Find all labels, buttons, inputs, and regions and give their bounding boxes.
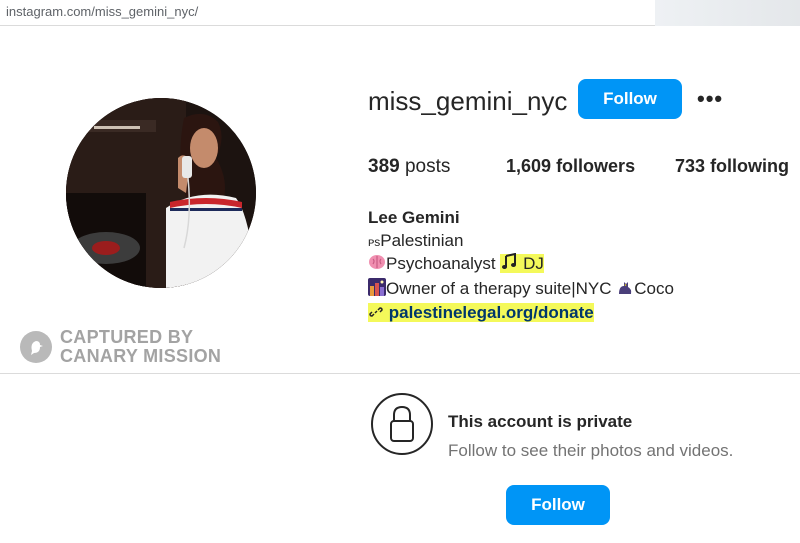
followers-count: 1,609 xyxy=(506,156,552,176)
follow-button[interactable]: Follow xyxy=(578,79,682,119)
bio-line-3-text: Owner of a therapy suite|NYC xyxy=(386,278,612,298)
black-cat-emoji-icon xyxy=(616,278,634,303)
following-label: following xyxy=(710,156,790,176)
bio-line-3-suffix: Coco xyxy=(634,278,674,298)
full-name: Lee Gemini xyxy=(368,208,460,227)
dj-text: DJ xyxy=(523,254,544,273)
profile-divider xyxy=(0,373,800,374)
bio-link[interactable]: palestinelegal.org/donate xyxy=(389,303,594,322)
night-city-emoji-icon xyxy=(368,277,386,303)
music-notes-emoji-icon xyxy=(500,252,518,278)
private-account-subtitle: Follow to see their photos and videos. xyxy=(448,441,734,460)
posts-stat: 389 posts xyxy=(368,156,450,178)
lock-icon xyxy=(390,405,414,442)
posts-label: posts xyxy=(404,156,451,177)
avatar-photo xyxy=(66,98,256,288)
followers-label: followers xyxy=(556,156,636,176)
profile-username: miss_gemini_nyc xyxy=(368,86,568,116)
bio-line-1-text: Palestinian xyxy=(380,230,464,250)
profile-avatar[interactable] xyxy=(66,98,256,288)
bio-line-2: Psychoanalyst DJ xyxy=(368,252,674,278)
address-bar-fade xyxy=(655,0,800,26)
watermark-line1: CAPTURED BY xyxy=(60,327,194,347)
following-count: 733 xyxy=(675,156,706,176)
bio-link-row[interactable]: palestinelegal.org/donate xyxy=(368,302,674,327)
address-bar[interactable]: instagram.com/miss_gemini_nyc/ xyxy=(0,0,800,26)
canary-mission-watermark: CAPTURED BY CANARY MISSION xyxy=(20,328,221,366)
watermark-line2: CANARY MISSION xyxy=(60,346,222,366)
private-account-title: This account is private xyxy=(448,412,633,431)
following-stat[interactable]: 733 following xyxy=(675,156,789,177)
followers-stat[interactable]: 1,609 followers xyxy=(506,156,635,177)
brain-emoji-icon xyxy=(368,253,386,278)
bio-line-3: Owner of a therapy suite|NYC Coco xyxy=(368,277,674,303)
bio-line-2-text: Psychoanalyst xyxy=(386,254,496,273)
bio-line-1: ᴘsPalestinian xyxy=(368,230,674,254)
more-options-icon[interactable]: ••• xyxy=(697,86,723,112)
follow-button-private[interactable]: Follow xyxy=(506,485,610,525)
dj-highlight: DJ xyxy=(500,252,544,273)
link-icon xyxy=(368,304,384,327)
watermark-text: CAPTURED BY CANARY MISSION xyxy=(60,328,221,366)
canary-bird-icon xyxy=(20,331,52,363)
link-highlight[interactable]: palestinelegal.org/donate xyxy=(368,303,594,322)
private-lock-badge xyxy=(371,393,433,455)
posts-count: 389 xyxy=(368,156,400,177)
ps-prefix: ᴘs xyxy=(368,234,381,249)
profile-bio: Lee Gemini ᴘsPalestinian Psychoanalyst D… xyxy=(368,207,674,327)
url-text[interactable]: instagram.com/miss_gemini_nyc/ xyxy=(6,4,198,19)
